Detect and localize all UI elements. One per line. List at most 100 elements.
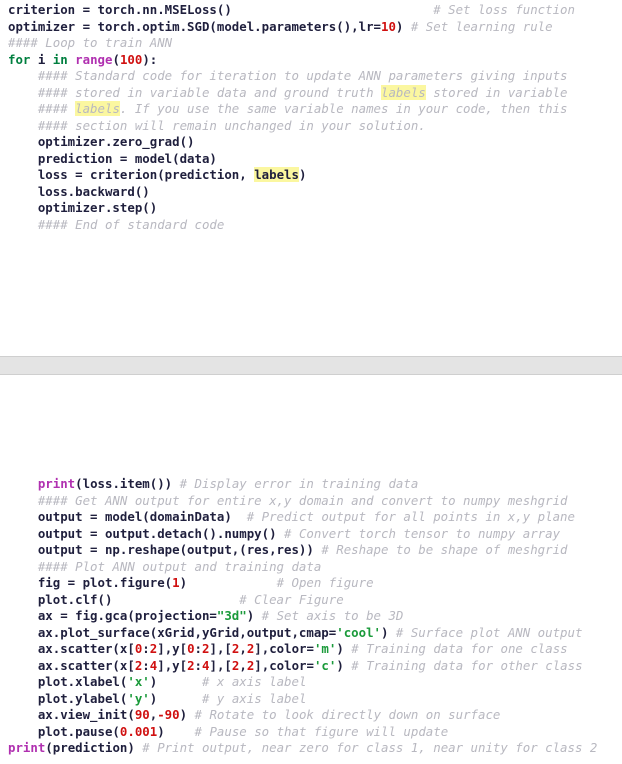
code-line: loss.backward() <box>8 184 622 201</box>
code-token-plain: i <box>30 51 53 67</box>
code-token-plain: , <box>239 641 247 656</box>
code-line: #### Standard code for iteration to upda… <box>8 68 622 85</box>
code-line: #### Plot ANN output and training data <box>8 559 622 576</box>
code-line: #### Loop to train ANN <box>8 35 622 52</box>
code-screenshot-page: criterion = torch.nn.MSELoss() # Set los… <box>0 0 622 764</box>
code-block-plotting[interactable]: print(loss.item()) # Display error in tr… <box>0 476 622 757</box>
code-token-comment: # Open figure <box>187 575 374 590</box>
code-token-comment: # x axis label <box>157 674 307 689</box>
code-line: #### Get ANN output for entire x,y domai… <box>8 493 622 510</box>
code-token-comment: # Pause so that figure will update <box>164 723 449 739</box>
code-line: optimizer.step() <box>8 200 622 217</box>
code-token-num: 10 <box>381 18 396 34</box>
code-token-str: "3d" <box>216 608 247 623</box>
code-token-plain: ) <box>157 723 165 739</box>
code-token-str: 'c' <box>313 657 337 673</box>
code-token-num: 90 <box>134 707 150 722</box>
code-token-plain: ) <box>179 575 188 590</box>
code-line: output = model(domainData) # Predict out… <box>8 509 622 526</box>
code-line: output = np.reshape(output,(res,res)) # … <box>8 542 622 559</box>
code-token-comment: # Training data for other class <box>343 657 583 673</box>
code-line: criterion = torch.nn.MSELoss() # Set los… <box>8 2 622 19</box>
code-token-num: 0 <box>187 641 195 656</box>
code-line: #### section will remain unchanged in yo… <box>8 118 622 135</box>
code-token-comment: #### Plot ANN output and training data <box>8 558 322 574</box>
code-token-comment: # Reshape to be shape of meshgrid <box>313 542 568 557</box>
code-token-plain: optimizer.step() <box>8 200 158 215</box>
code-token-str: 'm' <box>313 641 337 656</box>
code-token-plain: plot.ylabel( <box>8 690 128 706</box>
code-token-comment: # Set axis to be 3D <box>254 608 404 623</box>
code-token-plain: criterion = torch.nn.MSELoss() <box>8 2 232 17</box>
code-token-plain: ) <box>298 167 307 182</box>
code-token-comment: #### Standard code for iteration to upda… <box>8 68 568 83</box>
code-token-plain: output = model(domainData) <box>8 509 232 524</box>
code-token-plain: plot.xlabel( <box>8 674 128 689</box>
code-token-plain: prediction = model(data) <box>8 150 217 166</box>
code-line: output = output.detach().numpy() # Conve… <box>8 526 622 543</box>
code-token-plain: plot.pause( <box>8 723 120 739</box>
code-token-plain: loss = criterion(prediction, <box>8 167 255 182</box>
code-block-training-loop[interactable]: criterion = torch.nn.MSELoss() # Set los… <box>0 2 622 233</box>
code-token-comment: # Surface plot ANN output <box>388 624 583 640</box>
code-token-plain: fig = plot.figure( <box>8 575 173 590</box>
code-token-comment: # Display error in training data <box>172 476 419 491</box>
code-token-plain: ],[ <box>209 657 232 673</box>
code-token-plain: ) <box>336 641 344 656</box>
code-line: ax.plot_surface(xGrid,yGrid,output,cmap=… <box>8 625 622 642</box>
code-token-num: 100 <box>119 51 143 67</box>
code-token-plain: optimizer.zero_grad() <box>8 134 195 149</box>
code-token-comment: stored in variable <box>425 84 568 100</box>
code-token-plain: ],y[ <box>157 641 188 656</box>
code-token-comment: #### stored in variable data and ground … <box>8 84 381 100</box>
code-token-comment: #### End of standard code <box>8 216 225 232</box>
code-token-plain: output = output.detach().numpy() <box>8 525 277 541</box>
code-token-plain: : <box>142 657 150 673</box>
code-token-str: 'x' <box>127 674 150 689</box>
code-line: plot.clf() # Clear Figure <box>8 592 622 609</box>
code-line: print(prediction) # Print output, near z… <box>8 740 622 757</box>
code-token-plain: ],[ <box>209 641 232 656</box>
code-line: ax = fig.gca(projection="3d") # Set axis… <box>8 608 622 625</box>
code-token-plain: optimizer = torch.optim.SGD(model.parame… <box>8 18 381 34</box>
code-line: print(loss.item()) # Display error in tr… <box>8 476 622 493</box>
code-token-fn: print <box>8 740 46 755</box>
code-token-fn: print <box>37 476 76 491</box>
code-token-plain: ],color= <box>254 641 314 656</box>
code-token-comment-hl: labels <box>75 101 120 116</box>
code-token-comment-hl: labels <box>381 84 426 100</box>
code-token-comment: # Set loss function <box>433 2 575 17</box>
code-line: #### stored in variable data and ground … <box>8 84 622 102</box>
code-token-hl: labels <box>254 167 299 182</box>
code-token-comment: . If you use the same variable names in … <box>119 101 568 116</box>
code-line: prediction = model(data) <box>8 151 622 168</box>
code-token-plain: ax.scatter(x[ <box>8 641 135 656</box>
code-token-plain: ): <box>142 51 158 67</box>
code-line: ax.view_init(90,-90) # Rotate to look di… <box>8 707 622 724</box>
code-token-kw: for <box>8 51 31 67</box>
code-token-comment: # Print output, near zero for class 1, n… <box>134 740 598 755</box>
code-line: plot.xlabel('x') # x axis label <box>8 674 622 691</box>
code-token-comment: # Clear Figure <box>112 591 344 607</box>
code-line: plot.ylabel('y') # y axis label <box>8 691 622 708</box>
code-token-str: 'y' <box>127 690 150 706</box>
code-token-comment: # Training data for one class <box>343 641 568 656</box>
code-token-plain: : <box>194 641 203 656</box>
code-token-comment: # Set learning rule <box>403 18 553 34</box>
code-token-plain: output = np.reshape(output,(res,res)) <box>8 542 314 557</box>
code-token-comment: # Predict output for all points in x,y p… <box>231 509 575 524</box>
code-token-comment: # Convert torch tensor to numpy array <box>276 525 561 541</box>
code-line: loss = criterion(prediction, labels) <box>8 167 622 184</box>
code-token-plain: : <box>194 657 203 673</box>
code-line: #### labels. If you use the same variabl… <box>8 101 622 118</box>
code-token-plain: ],color= <box>254 657 314 673</box>
code-token-kw: in <box>52 51 68 67</box>
code-token-plain: plot.clf() <box>8 591 113 607</box>
code-token-plain: (prediction) <box>45 740 135 755</box>
code-token-plain: ax.plot_surface(xGrid,yGrid,output,cmap= <box>8 624 337 640</box>
code-line: #### End of standard code <box>8 217 622 234</box>
code-line: ax.scatter(x[2:4],y[2:4],[2,2],color='c'… <box>8 658 622 675</box>
code-token-plain: : <box>142 641 150 656</box>
